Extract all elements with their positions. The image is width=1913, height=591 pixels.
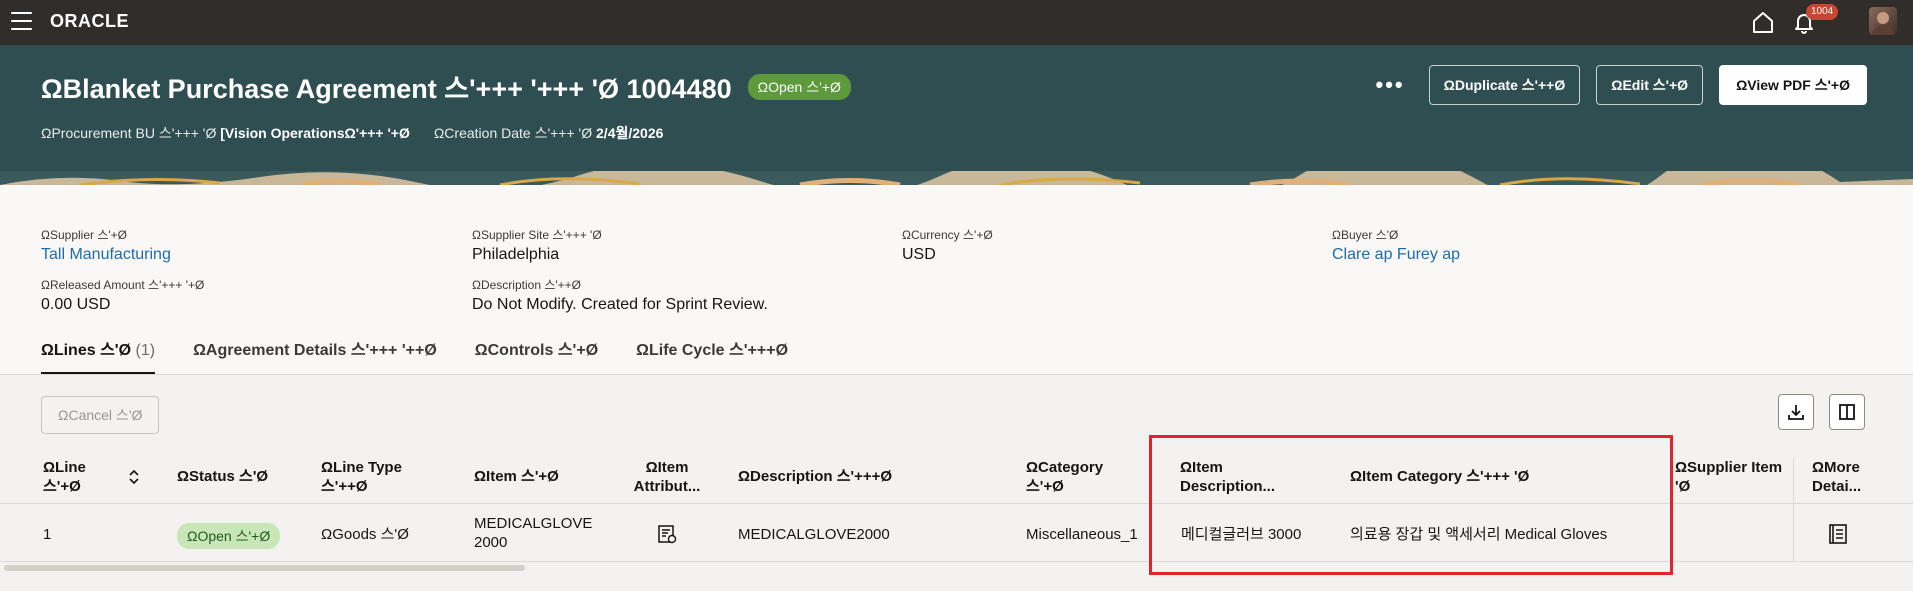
cell-line-type: ΩGoods 스'Ø bbox=[321, 526, 409, 543]
column-more-details-sub: Detai... bbox=[1812, 478, 1862, 495]
header-meta: ΩProcurement BU 스'+++ 'Ø [Vision Operati… bbox=[41, 123, 663, 143]
columns-icon bbox=[1839, 404, 1855, 420]
buyer-field: ΩBuyer 스'Ø Clare ap Furey ap bbox=[1332, 226, 1460, 264]
column-supplier-item-sub: 'Ø bbox=[1675, 478, 1691, 495]
more-details-icon[interactable] bbox=[1826, 522, 1850, 546]
user-avatar[interactable] bbox=[1869, 7, 1897, 35]
tab-lines-count: (1) bbox=[135, 342, 156, 359]
tab-agreement-details[interactable]: ΩAgreement Details 스'+++ '++Ø bbox=[193, 336, 437, 375]
global-header: ORACLE 1004 bbox=[0, 0, 1913, 45]
buyer-link[interactable]: Clare ap Furey ap bbox=[1332, 246, 1460, 264]
column-supplier-item-label: ΩSupplier Item bbox=[1675, 459, 1783, 476]
released-amount-field: ΩReleased Amount 스'+++ '+Ø 0.00 USD bbox=[41, 276, 204, 314]
cell-item-category: 의료용 장갑 및 액세서리 Medical Gloves bbox=[1350, 526, 1608, 543]
procurement-bu-label: ΩProcurement BU 스'+++ 'Ø bbox=[41, 125, 217, 141]
column-item[interactable]: ΩItem 스'+Ø bbox=[474, 467, 559, 486]
menu-icon[interactable] bbox=[11, 12, 32, 30]
cell-item-line1: MEDICALGLOVE bbox=[474, 515, 593, 532]
export-button[interactable] bbox=[1778, 394, 1814, 430]
item-attributes-icon[interactable] bbox=[656, 523, 678, 545]
cell-status-badge: ΩOpen 스'+Ø bbox=[177, 523, 281, 549]
column-category[interactable]: ΩCategory 스'+Ø bbox=[1026, 458, 1103, 496]
row-divider bbox=[0, 561, 1913, 562]
cell-item-line2: 2000 bbox=[474, 534, 508, 551]
creation-date: ΩCreation Date 스'+++ 'Ø 2/4월/2026 bbox=[434, 123, 664, 143]
column-status[interactable]: ΩStatus 스'Ø bbox=[177, 467, 268, 486]
header-actions: ••• ΩDuplicate 스'++Ø ΩEdit 스'+Ø ΩView PD… bbox=[1368, 65, 1867, 105]
sort-icon[interactable] bbox=[127, 469, 141, 485]
edit-button[interactable]: ΩEdit 스'+Ø bbox=[1596, 65, 1704, 105]
column-line-type-sub: 스'++Ø bbox=[321, 478, 368, 495]
column-item-description-sub: Description... bbox=[1180, 478, 1276, 495]
home-icon[interactable] bbox=[1749, 8, 1777, 36]
creation-date-label: ΩCreation Date 스'+++ 'Ø bbox=[433, 125, 593, 141]
cell-category: Miscellaneous_1 bbox=[1026, 526, 1138, 543]
supplier-label: ΩSupplier 스'+Ø bbox=[41, 228, 128, 242]
tab-lines[interactable]: ΩLines 스'Ø (1) bbox=[41, 336, 156, 375]
oracle-logo[interactable]: ORACLE bbox=[50, 11, 129, 32]
status-badge: ΩOpen 스'+Ø bbox=[747, 73, 851, 100]
supplier-field: ΩSupplier 스'+Ø Tall Manufacturing bbox=[41, 226, 171, 264]
procurement-bu: ΩProcurement BU 스'+++ 'Ø [Vision Operati… bbox=[41, 123, 410, 143]
creation-date-value: 2/4월/2026 bbox=[596, 125, 664, 141]
released-amount-label: ΩReleased Amount 스'+++ '+Ø bbox=[41, 278, 205, 292]
column-category-label: ΩCategory bbox=[1026, 459, 1104, 476]
tab-life-cycle[interactable]: ΩLife Cycle 스'+++Ø bbox=[636, 336, 788, 375]
cell-line: 1 bbox=[43, 526, 52, 543]
supplier-site-field: ΩSupplier Site 스'+++ 'Ø Philadelphia bbox=[472, 226, 602, 264]
page-title: ΩBlanket Purchase Agreement 스'+++ '+++ '… bbox=[41, 74, 732, 104]
buyer-label: ΩBuyer 스'Ø bbox=[1332, 228, 1399, 242]
supplier-link[interactable]: Tall Manufacturing bbox=[41, 246, 171, 264]
supplier-site-value: Philadelphia bbox=[472, 246, 560, 263]
description-label: ΩDescription 스'++Ø bbox=[472, 278, 582, 292]
notification-badge: 1004 bbox=[1806, 4, 1839, 20]
column-category-sub: 스'+Ø bbox=[1026, 478, 1064, 495]
description-value: Do Not Modify. Created for Sprint Review… bbox=[472, 296, 768, 313]
column-item-description[interactable]: ΩItem Description... bbox=[1180, 458, 1275, 496]
currency-value: USD bbox=[902, 246, 936, 263]
column-item-attributes-sub: Attribut... bbox=[633, 478, 701, 495]
duplicate-button[interactable]: ΩDuplicate 스'++Ø bbox=[1428, 65, 1581, 105]
tab-controls[interactable]: ΩControls 스'+Ø bbox=[475, 336, 598, 375]
currency-label: ΩCurrency 스'+Ø bbox=[902, 228, 993, 242]
column-line[interactable]: ΩLine 스'+Ø bbox=[43, 458, 86, 496]
column-supplier-item[interactable]: ΩSupplier Item 'Ø bbox=[1675, 458, 1782, 496]
column-toggle-button[interactable] bbox=[1829, 394, 1865, 430]
column-item-description-label: ΩItem bbox=[1180, 459, 1223, 476]
view-pdf-button[interactable]: ΩView PDF 스'+Ø bbox=[1719, 65, 1867, 105]
download-icon bbox=[1788, 405, 1804, 420]
currency-field: ΩCurrency 스'+Ø USD bbox=[902, 226, 993, 264]
frozen-column-separator bbox=[1793, 458, 1794, 562]
column-line-type[interactable]: ΩLine Type 스'++Ø bbox=[321, 458, 402, 496]
description-field: ΩDescription 스'++Ø Do Not Modify. Create… bbox=[472, 276, 768, 314]
column-line-type-label: ΩLine Type bbox=[321, 459, 402, 476]
cell-item-description: 메디컬글러브 3000 bbox=[1181, 526, 1302, 543]
horizontal-scrollbar[interactable] bbox=[4, 565, 525, 571]
more-actions-button[interactable]: ••• bbox=[1368, 74, 1413, 96]
column-description[interactable]: ΩDescription 스'+++Ø bbox=[738, 467, 892, 486]
supplier-site-label: ΩSupplier Site 스'+++ 'Ø bbox=[472, 228, 602, 242]
tab-lines-label: ΩLines 스'Ø bbox=[41, 342, 132, 359]
tab-bar: ΩLines 스'Ø (1) ΩAgreement Details 스'+++ … bbox=[41, 336, 788, 375]
column-item-category[interactable]: ΩItem Category 스'+++ 'Ø bbox=[1350, 467, 1529, 486]
column-more-details-label: ΩMore bbox=[1812, 459, 1860, 476]
released-amount-value: 0.00 USD bbox=[41, 296, 111, 313]
cell-item: MEDICALGLOVE 2000 bbox=[474, 514, 592, 552]
column-line-label: ΩLine bbox=[43, 459, 86, 476]
cancel-line-button[interactable]: ΩCancel 스'Ø bbox=[41, 396, 160, 434]
column-item-attributes-label: ΩItem bbox=[645, 459, 689, 476]
lines-panel bbox=[0, 375, 1913, 591]
page-header: ΩBlanket Purchase Agreement 스'+++ '+++ '… bbox=[0, 45, 1913, 185]
procurement-bu-value: [Vision OperationsΩ'+++ '+Ø bbox=[220, 125, 410, 141]
column-line-sub: 스'+Ø bbox=[43, 478, 81, 495]
column-more-details[interactable]: ΩMore Detai... bbox=[1812, 458, 1861, 496]
header-row-divider bbox=[0, 503, 1913, 504]
cell-description: MEDICALGLOVE2000 bbox=[738, 526, 890, 543]
user-photo-icon bbox=[1872, 12, 1894, 35]
column-item-attributes[interactable]: ΩItem Attribut... bbox=[626, 458, 708, 496]
header-decoration bbox=[0, 171, 1913, 185]
